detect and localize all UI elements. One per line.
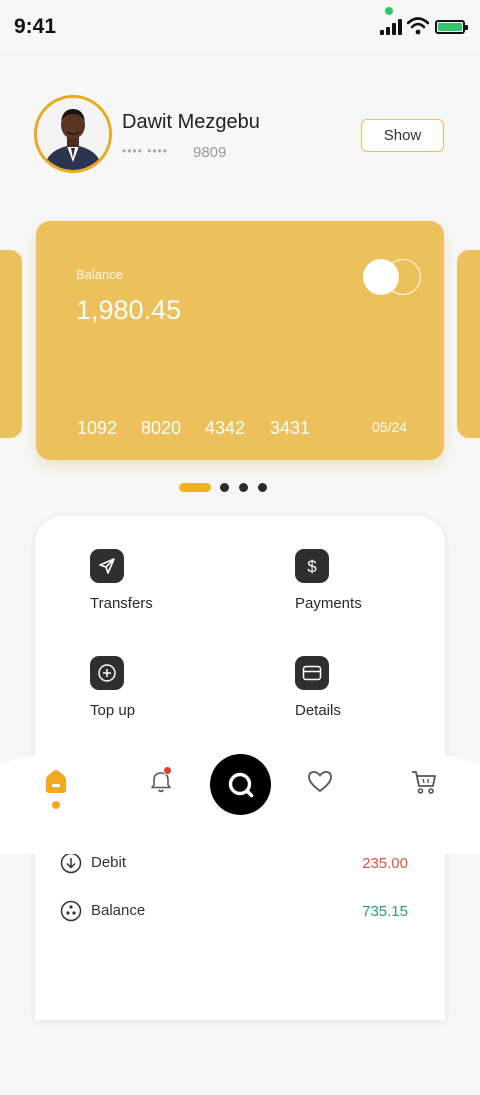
balance-value: 1,980.45 <box>76 295 182 325</box>
top-up-action[interactable]: Top up <box>90 656 135 719</box>
heart-icon <box>308 771 332 792</box>
transaction-row[interactable]: Debit 235.00 <box>60 852 410 876</box>
transaction-label: Balance <box>91 902 146 919</box>
card-number-group: 3431 <box>270 418 311 438</box>
transaction-value: 735.15 <box>362 903 408 920</box>
payments-action[interactable]: $ Payments <box>295 549 362 612</box>
profile-photo <box>37 98 109 170</box>
dots-circle-icon <box>60 900 82 922</box>
bottom-nav <box>0 730 480 854</box>
details-label: Details <box>295 702 341 719</box>
card-number-group: 4342 <box>205 418 246 438</box>
camera-indicator <box>385 7 393 15</box>
avatar[interactable] <box>34 95 112 173</box>
plus-circle-icon <box>90 656 124 690</box>
notification-badge <box>163 766 172 775</box>
svg-text:$: $ <box>307 557 317 576</box>
send-icon <box>90 549 124 583</box>
balance-card[interactable]: Balance 1,980.45 1092 8020 4342 3431 05/… <box>36 221 444 460</box>
search-button[interactable] <box>210 754 271 815</box>
transaction-value: 235.00 <box>362 855 408 872</box>
account-mask: •••• •••• <box>122 144 168 158</box>
nav-favorites[interactable] <box>306 767 334 800</box>
dollar-icon: $ <box>295 549 329 583</box>
card-number-group: 1092 <box>77 418 118 438</box>
pager-dot-active[interactable] <box>179 483 211 492</box>
search-icon <box>228 772 253 797</box>
transfers-label: Transfers <box>90 595 153 612</box>
pager-dot[interactable] <box>239 483 248 492</box>
transfers-action[interactable]: Transfers <box>90 549 153 612</box>
signal-icon <box>380 19 402 35</box>
nav-home[interactable] <box>42 767 70 800</box>
battery-icon <box>435 20 468 34</box>
card-number-group: 8020 <box>141 418 182 438</box>
next-card[interactable] <box>457 250 480 438</box>
account-last-digits: 9809 <box>193 144 227 161</box>
status-time: 9:41 <box>14 15 57 38</box>
user-name: Dawit Mezgebu <box>122 111 260 133</box>
previous-card[interactable] <box>0 250 22 438</box>
transaction-label: Debit <box>91 854 127 871</box>
nav-cart[interactable] <box>409 767 439 802</box>
arrow-down-circle-icon <box>60 852 82 874</box>
payments-label: Payments <box>295 595 362 612</box>
card-icon <box>295 656 329 690</box>
cart-icon <box>412 771 436 794</box>
pager-dot[interactable] <box>258 483 267 492</box>
show-button[interactable]: Show <box>361 119 444 152</box>
mastercard-logo-icon <box>363 259 423 295</box>
transaction-row[interactable]: Balance 735.15 <box>60 900 410 924</box>
card-expiry: 05/24 <box>372 419 408 435</box>
top-up-label: Top up <box>90 702 136 719</box>
details-action[interactable]: Details <box>295 656 341 719</box>
balance-label: Balance <box>76 267 123 282</box>
pager-dot[interactable] <box>220 483 229 492</box>
nav-active-indicator <box>52 801 60 809</box>
home-icon <box>46 770 66 793</box>
status-bar: 9:41 <box>0 0 480 54</box>
wifi-icon <box>407 17 429 35</box>
